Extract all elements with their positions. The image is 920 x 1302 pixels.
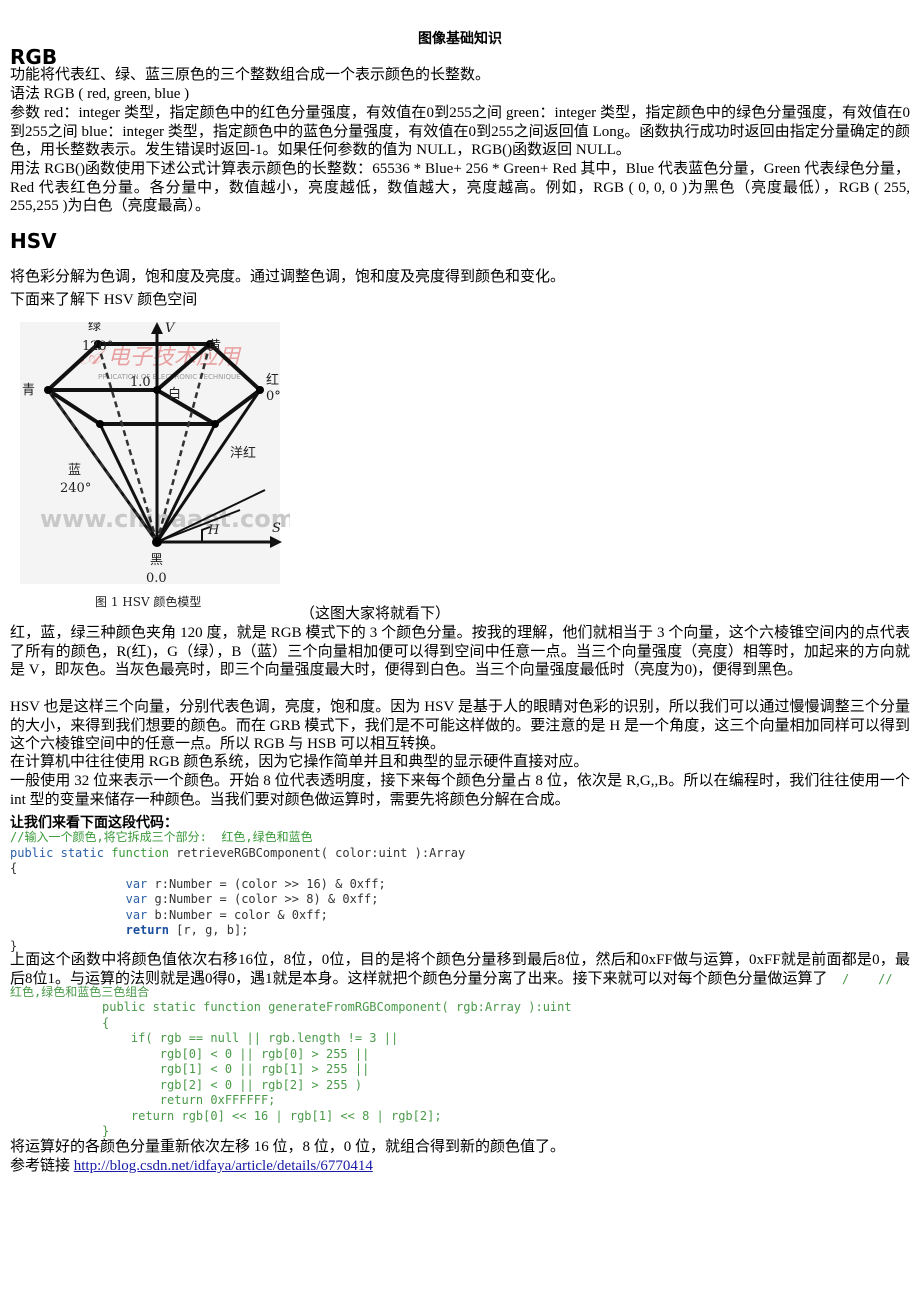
document-title: 图像基础知识 [418,31,502,47]
rgb-params-paragraph: 参数 red：integer 类型，指定颜色中的红色分量强度，有效值在0到255… [10,105,910,158]
hsv-cone-figure: 𝒜 电子技术应用 PPLICATION OF ELECTRONIC TECHNI… [20,319,296,612]
label-yellow: 黄 [208,339,221,354]
code-comment: //输入一个颜色,将它拆成三个部分: 红色,绿色和蓝色 [10,830,313,844]
rgb-system-paragraph: 在计算机中往往使用 RGB 颜色系统，因为它操作简单并且和典型的显示硬件直接对应… [10,754,589,770]
combine-explanation-paragraph: 将运算好的各颜色分量重新依次左移 16 位，8 位，0 位，就组合得到新的颜色值… [10,1139,566,1155]
reference-label: 参考链接 [10,1158,74,1174]
rgb-syntax-paragraph: 语法 RGB ( red, green, blue ) [10,86,190,102]
code-line-return: [r, g, b]; [168,923,249,937]
rgb-heading: RGB [10,45,58,69]
code-line: return rgb[0] << 16 | rgb[1] << 8 | rgb[… [102,1108,442,1123]
label-blue: 蓝 [68,463,81,478]
code-keyword-function: function [111,845,169,860]
code-line: rgb[0] < 0 || rgb[0] > 255 || [102,1046,370,1061]
code-block-retrieve: //输入一个颜色,将它拆成三个部分: 红色,绿色和蓝色 public stati… [10,830,465,954]
code-line: return 0xFFFFFF; [102,1093,276,1107]
code-line: if( rgb == null || rgb.length != 3 || [102,1031,399,1045]
code-comment-combine: 红色,绿色和蓝色三色组合 [10,985,150,999]
label-v-axis: V [165,322,176,336]
code-intro: 让我们来看下面这段代码： [10,815,178,831]
hsv-lead-paragraph: 下面来了解下 HSV 颜色空间 [10,292,198,308]
code-keyword-public: public [10,845,54,860]
code-keyword-var: var [125,892,148,906]
shift-explanation-text: 上面这个函数中将颜色值依次右移16位，8位，0位，目的是将个颜色分量移到最后8位… [10,952,910,987]
figure-note: （这图大家将就看下） [300,606,451,622]
label-h-angle: H [207,523,220,538]
label-red: 红 [266,372,279,388]
code-block-generate: public static function generateFromRGBCo… [102,1000,572,1140]
bit-depth-paragraph: 一般使用 32 位来表示一个颜色。开始 8 位代表透明度，接下来每个颜色分量占 … [10,773,910,808]
figure-caption: 图 1 HSV 颜色模型 [95,594,201,609]
code-line: rgb[1] < 0 || rgb[1] > 255 || [102,1062,370,1076]
code-signature: retrieveRGBComponent( color:uint ):Array [168,845,466,860]
shift-explanation-paragraph: 上面这个函数中将颜色值依次右移16位，8位，0位，目的是将个颜色分量移到最后8位… [10,951,910,988]
hsv-intro-paragraph: 将色彩分解为色调，饱和度及亮度。通过调整色调，饱和度及亮度得到颜色和变化。 [10,269,566,285]
reference-link[interactable]: http://blog.csdn.net/idfaya/article/deta… [74,1158,373,1174]
label-s-axis: S [272,521,281,536]
hsv-vector-paragraph: HSV 也是这样三个向量，分别代表色调，亮度，饱和度。因为 HSV 是基于人的眼… [10,699,910,752]
code-line: public static function generateFromRGBCo… [102,1000,572,1014]
code-keyword-var: var [125,907,148,922]
code-line-r: r:Number = (color >> 16) & 0xff; [147,876,386,891]
code-line: rgb[2] < 0 || rgb[2] > 255 ) [102,1077,363,1092]
label-green: 绿 [88,322,101,334]
label-red-degree: 0° [266,389,281,404]
code-open-brace: { [10,861,18,875]
label-white: 白 [168,386,181,402]
label-green-degree: 120° [82,339,113,354]
comment-slashes: / // [827,971,893,986]
label-v-top: 1.0 [130,375,151,390]
code-line-g: g:Number = (color >> 8) & 0xff; [147,892,379,906]
code-keyword-var: var [125,876,148,891]
label-magenta: 洋红 [230,445,256,461]
code-keyword-return: return [125,923,169,937]
label-black: 黑 [150,553,163,568]
rgb-usage-paragraph: 用法 RGB()函数使用下述公式计算表示颜色的长整数：65536 * Blue+… [10,161,910,214]
label-blue-degree: 240° [60,481,91,496]
rgb-vector-paragraph: 红，蓝，绿三种颜色夹角 120 度，就是 RGB 模式下的 3 个颜色分量。按我… [10,625,910,678]
code-line: { [102,1015,110,1030]
reference-line: 参考链接 http://blog.csdn.net/idfaya/article… [10,1157,910,1176]
label-v-bottom: 0.0 [146,571,167,586]
code-keyword-static: static [60,845,104,860]
hsv-heading: HSV [10,229,57,253]
hsv-cone-diagram: 𝒜 电子技术应用 PPLICATION OF ELECTRONIC TECHNI… [20,319,296,609]
label-cyan: 青 [22,383,35,398]
code-line-b: b:Number = color & 0xff; [147,907,328,922]
rgb-function-paragraph: 功能将代表红、绿、蓝三原色的三个整数组合成一个表示颜色的长整数。 [10,67,491,83]
